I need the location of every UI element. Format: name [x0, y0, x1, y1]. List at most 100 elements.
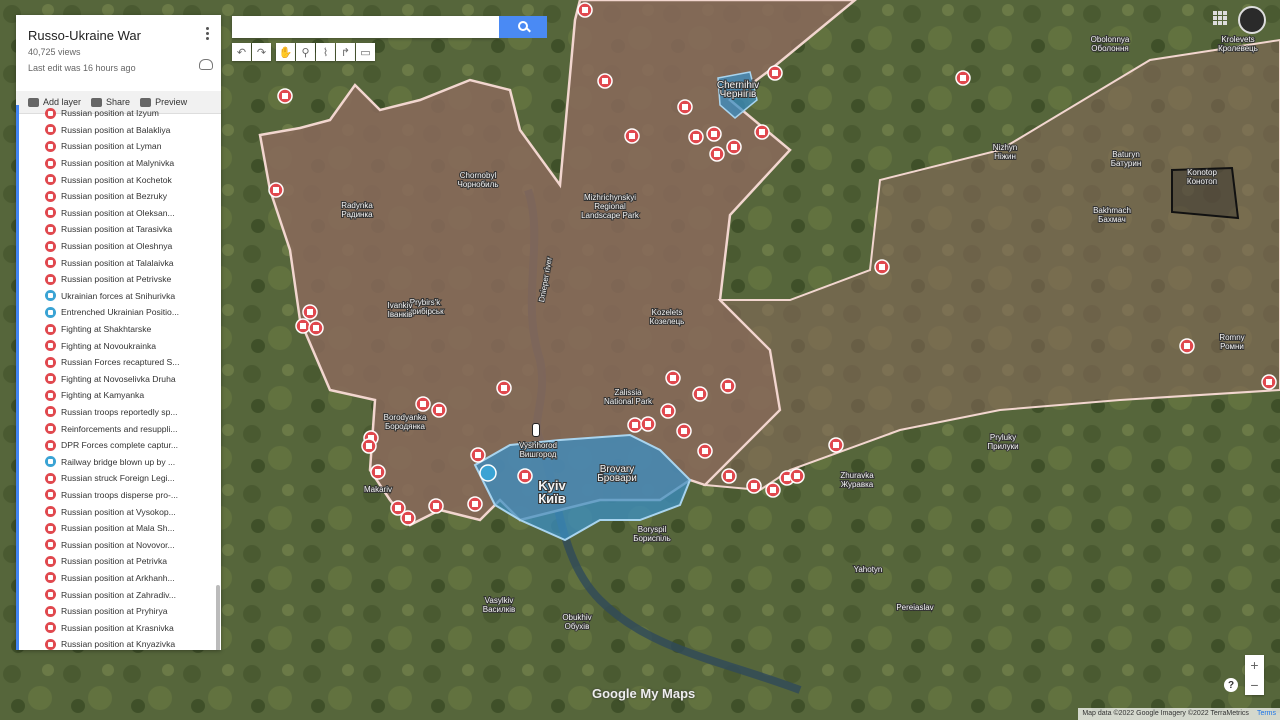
russian-position-marker[interactable]: [577, 2, 593, 18]
layer-item[interactable]: Entrenched Ukrainian Positio...: [45, 304, 221, 321]
layer-item[interactable]: Fighting at Novoselivka Druha: [45, 371, 221, 388]
layer-item[interactable]: DPR Forces complete captur...: [45, 437, 221, 454]
layer-item[interactable]: Russian position at Arkhanh...: [45, 570, 221, 587]
ukrainian-position-marker[interactable]: [479, 464, 497, 482]
russian-position-marker[interactable]: [302, 304, 318, 320]
layer-item[interactable]: Russian position at Zahradiv...: [45, 586, 221, 603]
russian-position-marker[interactable]: [697, 443, 713, 459]
russian-position-marker[interactable]: [627, 417, 643, 433]
add-marker-icon[interactable]: ⚲: [296, 43, 315, 61]
hand-tool-icon[interactable]: ✋: [276, 43, 295, 61]
russian-position-marker[interactable]: [665, 370, 681, 386]
layer-item[interactable]: Russian position at Knyazivka: [45, 636, 221, 650]
layer-scrollbar[interactable]: [216, 585, 220, 650]
search-button[interactable]: [499, 16, 547, 38]
layer-item[interactable]: Russian position at Oleksan...: [45, 205, 221, 222]
russian-position-marker[interactable]: [767, 65, 783, 81]
layer-item[interactable]: Russian position at Pryhirya: [45, 603, 221, 620]
russian-position-marker[interactable]: [467, 496, 483, 512]
map-title[interactable]: Russo-Ukraine War: [28, 28, 209, 43]
layer-item[interactable]: Russian troops disperse pro-...: [45, 487, 221, 504]
layer-item[interactable]: Fighting at Novoukrainka: [45, 337, 221, 354]
redo-icon[interactable]: ↷: [252, 43, 271, 61]
measure-icon[interactable]: ▭: [356, 43, 375, 61]
layer-item[interactable]: Reinforcements and resuppli...: [45, 420, 221, 437]
layer-item[interactable]: Russian position at Petrivka: [45, 553, 221, 570]
russian-position-marker[interactable]: [874, 259, 890, 275]
layer-item[interactable]: Russian position at Mala Sh...: [45, 520, 221, 537]
russian-position-marker[interactable]: [400, 510, 416, 526]
russian-position-marker[interactable]: [726, 139, 742, 155]
layer-item[interactable]: Russian position at Vysokop...: [45, 503, 221, 520]
russian-position-marker[interactable]: [640, 416, 656, 432]
russian-position-marker[interactable]: [709, 146, 725, 162]
layer-item[interactable]: Russian position at Krasnivka: [45, 619, 221, 636]
russian-position-marker[interactable]: [415, 396, 431, 412]
russian-position-marker[interactable]: [660, 403, 676, 419]
terms-link[interactable]: Terms: [1257, 710, 1276, 717]
apps-grid-icon[interactable]: [1213, 11, 1227, 25]
russian-position-marker[interactable]: [431, 402, 447, 418]
russian-position-marker[interactable]: [676, 423, 692, 439]
russian-position-marker[interactable]: [517, 468, 533, 484]
russian-position-marker[interactable]: [746, 478, 762, 494]
layer-item[interactable]: Fighting at Shakhtarske: [45, 321, 221, 338]
russian-position-marker[interactable]: [692, 386, 708, 402]
map-label-town: Ivankiv Іванків: [388, 301, 413, 319]
russian-marker-icon: [45, 107, 56, 119]
layer-item[interactable]: Russian position at Novovor...: [45, 536, 221, 553]
russian-position-marker[interactable]: [624, 128, 640, 144]
layer-item[interactable]: Russian struck Foreign Legi...: [45, 470, 221, 487]
help-button[interactable]: ?: [1224, 678, 1238, 692]
layer-item[interactable]: Fighting at Kamyanka: [45, 387, 221, 404]
layer-item[interactable]: Russian Forces recaptured S...: [45, 354, 221, 371]
layer-item[interactable]: Russian position at Petrivske: [45, 271, 221, 288]
zoom-in-button[interactable]: +: [1245, 655, 1264, 675]
russian-position-marker[interactable]: [268, 182, 284, 198]
russian-position-marker[interactable]: [361, 438, 377, 454]
russian-position-marker[interactable]: [370, 464, 386, 480]
account-avatar[interactable]: [1238, 6, 1266, 34]
search-box[interactable]: [232, 16, 499, 38]
russian-position-marker[interactable]: [765, 482, 781, 498]
russian-position-marker[interactable]: [496, 380, 512, 396]
layer-item[interactable]: Railway bridge blown up by ...: [45, 453, 221, 470]
layer-item[interactable]: Russian position at Talalaivka: [45, 254, 221, 271]
russian-position-marker[interactable]: [706, 126, 722, 142]
russian-position-marker[interactable]: [828, 437, 844, 453]
russian-position-marker[interactable]: [955, 70, 971, 86]
layer-item[interactable]: Russian position at Balakliya: [45, 122, 221, 139]
layer-item[interactable]: Russian position at Tarasivka: [45, 221, 221, 238]
russian-position-marker[interactable]: [754, 124, 770, 140]
layer-item[interactable]: Russian position at Oleshnya: [45, 238, 221, 255]
more-options-icon[interactable]: [201, 25, 213, 43]
russian-position-marker[interactable]: [597, 73, 613, 89]
russian-position-marker[interactable]: [277, 88, 293, 104]
layer-item[interactable]: Russian position at Lyman: [45, 138, 221, 155]
layer-item[interactable]: Russian troops reportedly sp...: [45, 404, 221, 421]
russian-position-marker[interactable]: [470, 447, 486, 463]
draw-line-icon[interactable]: ⌇: [316, 43, 335, 61]
russian-position-marker[interactable]: [721, 468, 737, 484]
russian-position-marker[interactable]: [428, 498, 444, 514]
map-label-town: Obolonnya Оболоння: [1091, 35, 1130, 53]
russian-position-marker[interactable]: [789, 468, 805, 484]
zoom-out-button[interactable]: −: [1245, 675, 1264, 695]
layer-item[interactable]: Russian position at Izyum: [45, 105, 221, 122]
layer-item[interactable]: Russian position at Bezruky: [45, 188, 221, 205]
russian-position-marker[interactable]: [295, 318, 311, 334]
layer-item[interactable]: Russian position at Malynivka: [45, 155, 221, 172]
zoom-controls: + −: [1245, 655, 1264, 695]
russian-position-marker[interactable]: [1179, 338, 1195, 354]
layer-item[interactable]: Ukrainian forces at Snihurivka: [45, 288, 221, 305]
russian-position-marker[interactable]: [1261, 374, 1277, 390]
search-input[interactable]: [232, 16, 499, 38]
layer-item[interactable]: Russian position at Kochetok: [45, 171, 221, 188]
russian-position-marker[interactable]: [308, 320, 324, 336]
last-edit-text: Last edit was 16 hours ago: [28, 63, 136, 73]
russian-position-marker[interactable]: [677, 99, 693, 115]
directions-icon[interactable]: ↱: [336, 43, 355, 61]
russian-position-marker[interactable]: [720, 378, 736, 394]
undo-icon[interactable]: ↶: [232, 43, 251, 61]
russian-position-marker[interactable]: [688, 129, 704, 145]
